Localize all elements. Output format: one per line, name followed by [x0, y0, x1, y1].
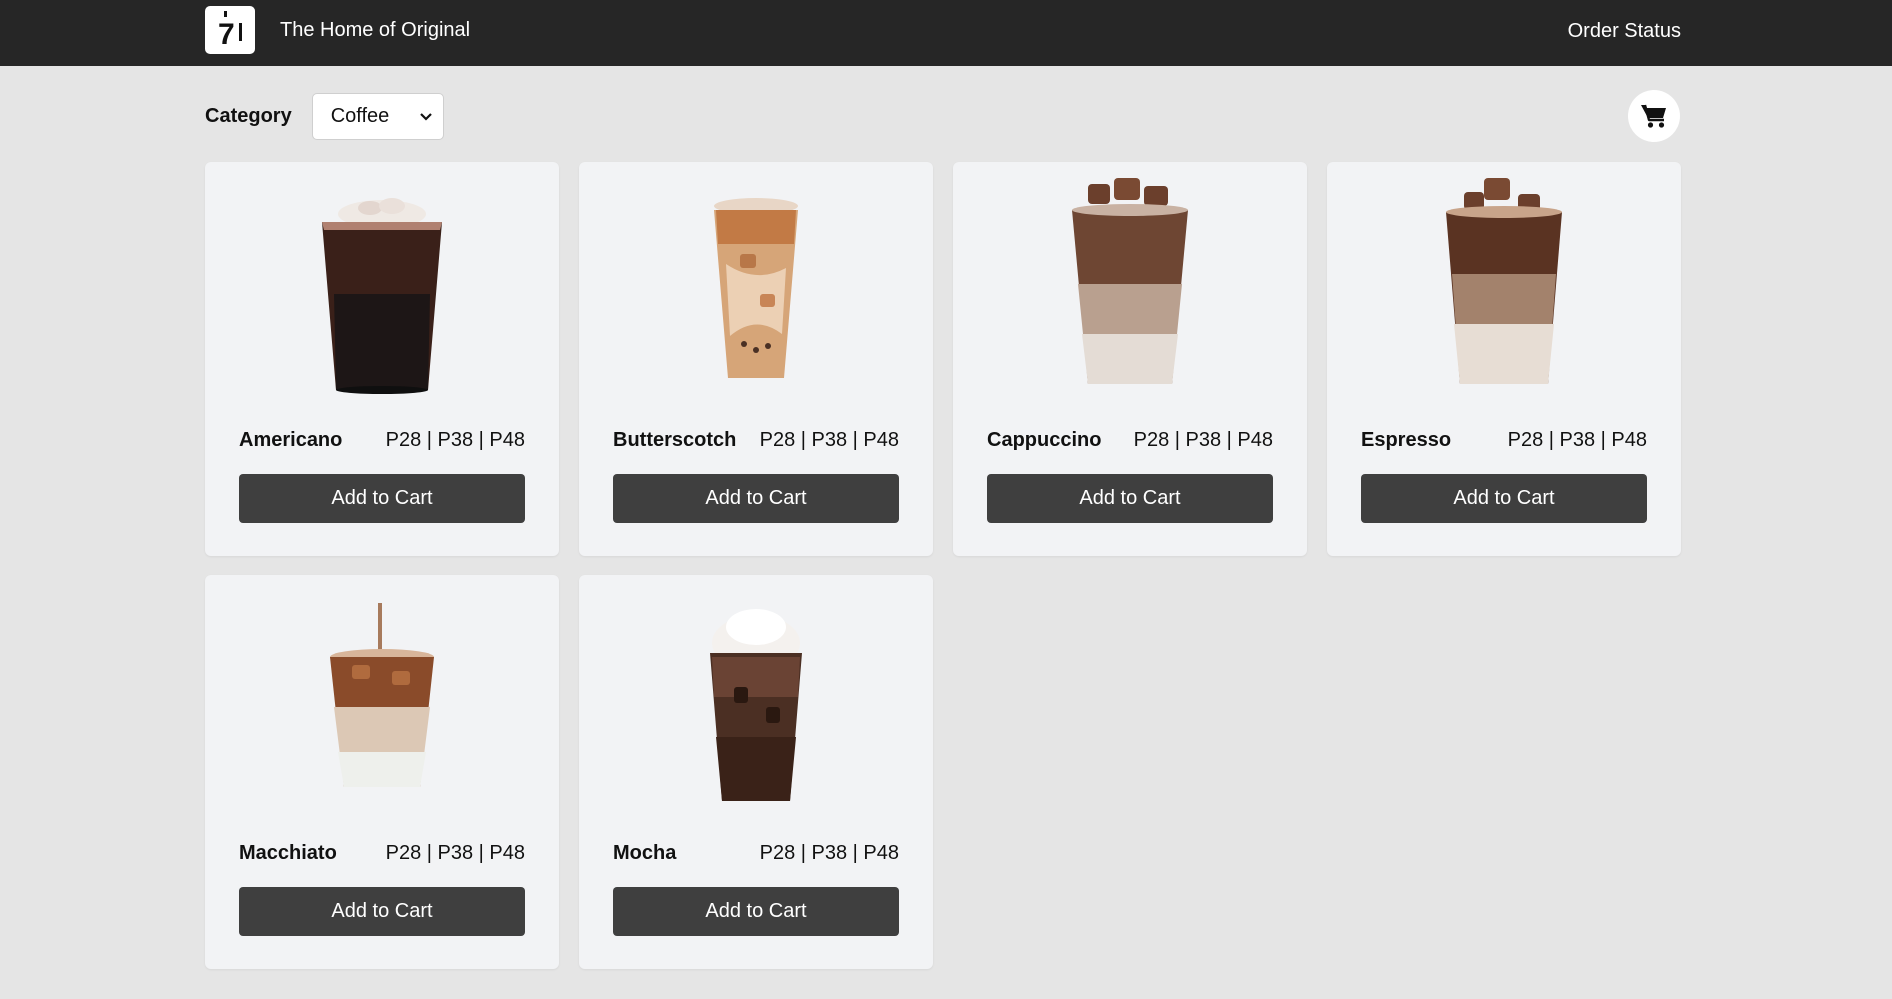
cart-icon	[1641, 104, 1666, 128]
product-name: Cappuccino	[987, 429, 1102, 451]
order-status-link[interactable]: Order Status	[1568, 20, 1681, 43]
add-to-cart-button[interactable]: Add to Cart	[613, 887, 899, 936]
category-filter: Category Coffee	[205, 93, 444, 140]
product-card: Butterscotch P28 | P38 | P48 Add to Cart	[579, 162, 933, 556]
product-card: Mocha P28 | P38 | P48 Add to Cart	[579, 575, 933, 969]
product-name: Americano	[239, 429, 343, 451]
product-image-macchiato	[205, 587, 559, 807]
product-prices: P28 | P38 | P48	[759, 842, 899, 864]
product-name: Espresso	[1361, 429, 1452, 451]
product-prices: P28 | P38 | P48	[759, 429, 899, 451]
product-card: Macchiato P28 | P38 | P48 Add to Cart	[205, 575, 559, 969]
product-card: Espresso P28 | P38 | P48 Add to Cart	[1327, 162, 1681, 556]
brand-logo: 7	[205, 6, 255, 54]
product-prices: P28 | P38 | P48	[1507, 429, 1647, 451]
category-select[interactable]: Coffee	[311, 93, 444, 140]
category-label: Category	[205, 105, 292, 127]
product-image-cappuccino	[953, 174, 1307, 394]
chevron-down-icon	[419, 112, 432, 121]
product-card: Cappuccino P28 | P38 | P48 Add to Cart	[953, 162, 1307, 556]
add-to-cart-button[interactable]: Add to Cart	[1361, 474, 1647, 523]
product-image-americano	[205, 174, 559, 394]
product-name: Macchiato	[239, 842, 337, 864]
svg-text:7: 7	[218, 18, 235, 50]
add-to-cart-button[interactable]: Add to Cart	[613, 474, 899, 523]
product-image-butterscotch	[579, 174, 933, 394]
product-prices: P28 | P38 | P48	[385, 429, 525, 451]
product-grid: Americano P28 | P38 | P48 Add to Cart Bu…	[205, 162, 1681, 969]
add-to-cart-button[interactable]: Add to Cart	[987, 474, 1273, 523]
add-to-cart-button[interactable]: Add to Cart	[239, 474, 525, 523]
top-navbar: 7 The Home of Original Order Status	[0, 0, 1892, 66]
product-prices: P28 | P38 | P48	[385, 842, 525, 864]
brand[interactable]: 7 The Home of Original	[205, 6, 470, 54]
add-to-cart-button[interactable]: Add to Cart	[239, 887, 525, 936]
product-image-espresso	[1327, 174, 1681, 394]
product-card: Americano P28 | P38 | P48 Add to Cart	[205, 162, 559, 556]
brand-title: The Home of Original	[280, 18, 471, 41]
category-selected-value: Coffee	[330, 105, 390, 127]
product-name: Mocha	[613, 842, 677, 864]
product-name: Butterscotch	[613, 429, 737, 451]
cart-button[interactable]	[1628, 90, 1680, 142]
product-prices: P28 | P38 | P48	[1133, 429, 1273, 451]
product-image-mocha	[579, 587, 933, 807]
